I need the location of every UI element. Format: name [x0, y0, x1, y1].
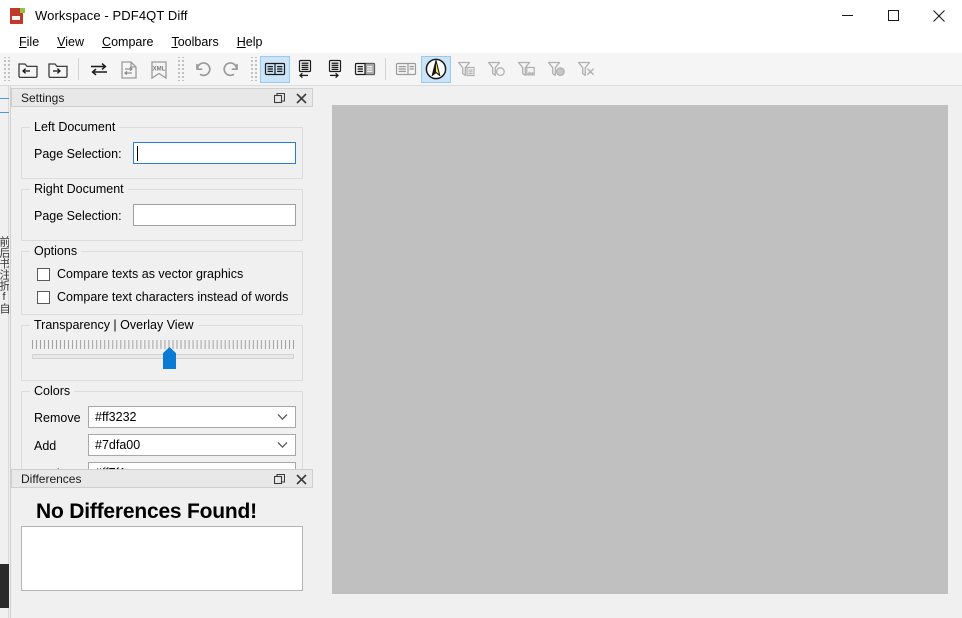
differences-panel-title: Differences	[21, 471, 82, 486]
checkbox-label: Compare texts as vector graphics	[57, 267, 244, 281]
toolbar-separator	[78, 58, 79, 80]
settings-panel: Settings Left Document Page Selection: R…	[11, 88, 313, 525]
close-panel-icon[interactable]	[295, 92, 308, 105]
menu-help[interactable]: Help	[228, 33, 272, 51]
show-markers-icon[interactable]	[421, 55, 451, 83]
transparency-group: Transparency | Overlay View	[21, 318, 303, 381]
menu-help-label: elp	[245, 35, 263, 49]
view-side-by-side-icon[interactable]	[260, 55, 290, 83]
menu-bar: File View Compare Toolbars Help	[0, 31, 962, 53]
checkbox-compare-text-characters-instead-of-words[interactable]: Compare text characters instead of words	[37, 290, 288, 304]
toolbar-grip-2[interactable]	[176, 57, 185, 81]
document-viewport[interactable]	[332, 105, 948, 594]
swap-documents-icon[interactable]	[84, 56, 114, 83]
dock-vertical-tab-label[interactable]: 前后书注折f自	[0, 236, 9, 314]
slider-handle[interactable]	[163, 347, 176, 369]
settings-panel-title: Settings	[21, 90, 65, 105]
left-page-selection-input[interactable]	[133, 142, 296, 164]
menu-view[interactable]: View	[48, 33, 93, 51]
left-document-group: Left Document Page Selection:	[21, 120, 303, 179]
chevron-down-icon[interactable]	[277, 414, 288, 421]
left-page-selection-label: Page Selection:	[34, 147, 122, 161]
open-left-document-icon[interactable]	[13, 56, 43, 83]
save-xml-icon[interactable]: XML	[144, 56, 174, 83]
right-document-group-label: Right Document	[30, 182, 128, 196]
window-title: Workspace - PDF4QT Diff	[35, 8, 188, 23]
filter-images-icon[interactable]	[511, 56, 541, 83]
menu-toolbars-label: oolbars	[177, 35, 219, 49]
right-page-selection-input[interactable]	[133, 204, 296, 226]
colors-group-label: Colors	[30, 384, 75, 398]
checkbox-compare-texts-as-vector-graphics[interactable]: Compare texts as vector graphics	[37, 267, 243, 281]
right-document-group: Right Document Page Selection:	[21, 182, 303, 241]
left-document-group-label: Left Document	[30, 120, 120, 134]
color-remove-value: #ff3232	[95, 410, 137, 424]
view-right-document-icon[interactable]	[320, 56, 350, 83]
toolbar-separator-2	[385, 58, 386, 80]
view-left-document-icon[interactable]	[290, 56, 320, 83]
left-dock-edge: 前后书注折f自	[0, 86, 11, 618]
maximize-button[interactable]	[870, 0, 916, 31]
minimize-button[interactable]	[824, 0, 870, 31]
toolbar-grip[interactable]	[2, 57, 11, 81]
transparency-group-label: Transparency | Overlay View	[30, 318, 198, 332]
view-overlay-icon[interactable]	[350, 56, 380, 83]
svg-text:XML: XML	[153, 67, 166, 73]
checkbox-box[interactable]	[37, 267, 50, 281]
float-panel-icon[interactable]	[273, 473, 286, 486]
filter-page-movement-icon[interactable]	[571, 56, 601, 83]
checkbox-box[interactable]	[37, 290, 50, 304]
open-right-document-icon[interactable]	[43, 56, 73, 83]
dock-edge-indicator	[0, 564, 9, 608]
right-page-selection-label: Page Selection:	[34, 209, 122, 223]
color-add-value: #7dfa00	[95, 438, 141, 452]
differences-panel: Differences	[11, 469, 313, 614]
pdf-document-icon	[9, 7, 25, 24]
redo-icon[interactable]	[217, 56, 247, 83]
no-differences-message: No Differences Found!	[36, 500, 257, 523]
menu-view-label: iew	[65, 35, 85, 49]
title-bar: Workspace - PDF4QT Diff	[0, 0, 962, 31]
transparency-slider[interactable]	[32, 340, 294, 370]
display-differences-icon[interactable]	[391, 56, 421, 83]
menu-compare-label: ompare	[111, 35, 154, 49]
menu-file-label: ile	[26, 35, 40, 49]
slider-ticks	[32, 340, 294, 349]
main-toolbar: XML	[0, 53, 962, 86]
window-controls	[824, 0, 962, 31]
color-remove-combo[interactable]: #ff3232	[88, 406, 296, 428]
close-button[interactable]	[916, 0, 962, 31]
menu-toolbars[interactable]: Toolbars	[162, 33, 227, 51]
toolbar-grip-3[interactable]	[249, 57, 258, 81]
undo-icon[interactable]	[187, 56, 217, 83]
options-group: Options Compare texts as vector graphics…	[21, 244, 303, 315]
chevron-down-icon[interactable]	[277, 442, 288, 449]
settings-panel-titlebar: Settings	[11, 88, 313, 107]
compare-documents-icon[interactable]	[114, 56, 144, 83]
filter-shading-icon[interactable]	[541, 56, 571, 83]
application-window: Workspace - PDF4QT Diff File View Compar…	[0, 0, 962, 618]
color-add-label: Add	[34, 439, 57, 453]
checkbox-label: Compare text characters instead of words	[57, 290, 289, 304]
filter-text-icon[interactable]	[451, 56, 481, 83]
differences-list[interactable]	[21, 526, 303, 591]
menu-compare[interactable]: Compare	[93, 33, 162, 51]
color-remove-label: Remove	[34, 411, 81, 425]
color-add-combo[interactable]: #7dfa00	[88, 434, 296, 456]
options-group-label: Options	[30, 244, 82, 258]
differences-panel-titlebar: Differences	[11, 469, 313, 488]
float-panel-icon[interactable]	[273, 92, 286, 105]
filter-vector-graphics-icon[interactable]	[481, 56, 511, 83]
menu-file[interactable]: File	[10, 33, 48, 51]
close-panel-icon[interactable]	[295, 473, 308, 486]
